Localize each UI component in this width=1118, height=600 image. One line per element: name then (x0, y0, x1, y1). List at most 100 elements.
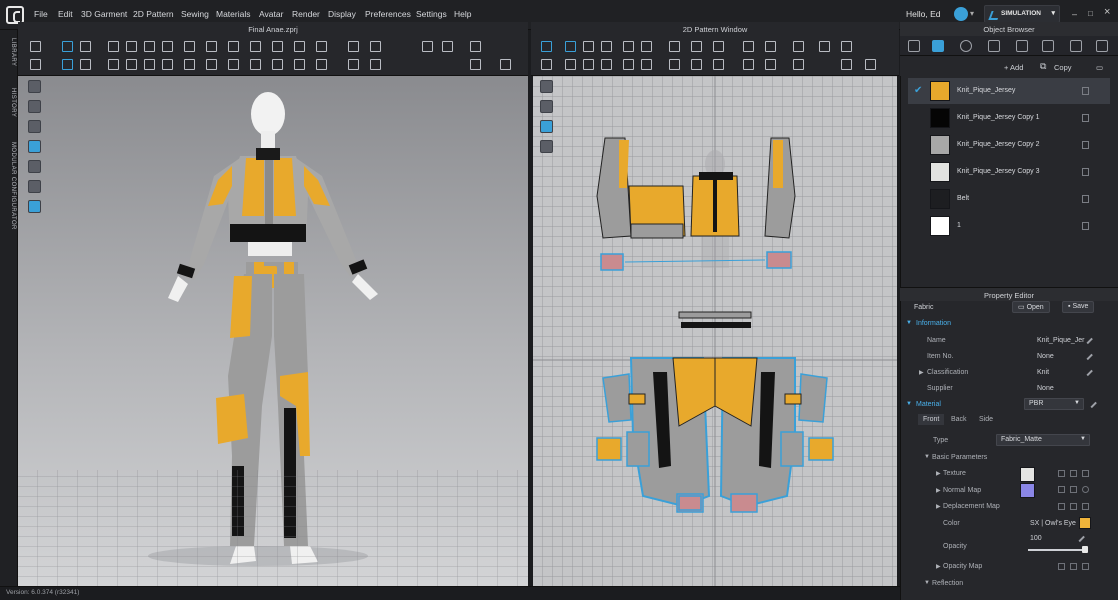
material-type-select[interactable]: PBR ▼ (1024, 398, 1084, 410)
expand-displacement-map-icon[interactable]: ▶ (936, 503, 941, 510)
needle-icon[interactable] (348, 41, 359, 52)
save-button[interactable]: ▪ Save (1062, 301, 1095, 313)
transform-pattern-icon[interactable] (541, 41, 552, 52)
expand-reflection-icon[interactable]: ▼ (924, 580, 930, 586)
ruler-2d-icon[interactable] (841, 41, 852, 52)
menu-help[interactable]: Help (454, 9, 471, 19)
stitch-display-icon[interactable] (28, 160, 41, 173)
box-select-icon[interactable] (80, 41, 91, 52)
zipper-2d-icon[interactable] (793, 41, 804, 52)
wind-icon[interactable] (348, 59, 359, 70)
button-tool-icon[interactable] (250, 41, 261, 52)
menu-sewing[interactable]: Sewing (181, 9, 209, 19)
circle-icon[interactable] (601, 41, 612, 52)
topstitch-tab-icon[interactable] (1016, 40, 1028, 52)
grading-icon[interactable] (765, 59, 776, 70)
open-button[interactable]: ▭ Open (1012, 301, 1050, 313)
information-section[interactable]: Information (916, 320, 951, 327)
internal-rect-icon[interactable] (641, 41, 652, 52)
menu-preferences[interactable]: Preferences (365, 9, 411, 19)
trim-icon[interactable] (316, 41, 327, 52)
close-button[interactable]: × (1104, 6, 1110, 18)
measure-icon[interactable] (144, 59, 155, 70)
opacity-map-browse-icon[interactable] (1058, 563, 1065, 570)
text-annotation-icon[interactable] (819, 41, 830, 52)
edit-texture-icon[interactable] (765, 41, 776, 52)
expand-normal-map-icon[interactable]: ▶ (936, 487, 941, 494)
list-view-icon[interactable] (908, 40, 920, 52)
segment-sewing-2d-icon[interactable] (691, 41, 702, 52)
cloud-icon[interactable] (954, 7, 968, 21)
fit-map-icon[interactable] (206, 41, 217, 52)
expand-basic-parameters-icon[interactable]: ▼ (924, 454, 930, 460)
move-tool-icon[interactable] (30, 59, 41, 70)
multi-sew-icon[interactable] (144, 41, 155, 52)
menu-render[interactable]: Render (292, 9, 320, 19)
more-icon[interactable]: ▭ (1096, 63, 1103, 72)
menu-2d-pattern[interactable]: 2D Pattern (133, 9, 174, 19)
pattern-pieces[interactable] (533, 76, 897, 586)
displacement-settings-icon[interactable] (1070, 503, 1077, 510)
menu-materials[interactable]: Materials (216, 9, 250, 19)
graphic-2d-icon[interactable] (743, 59, 754, 70)
tab-side[interactable]: Side (979, 416, 993, 423)
trash-icon[interactable] (1082, 114, 1089, 122)
displacement-delete-icon[interactable] (1082, 503, 1089, 510)
avatar-2d-display-icon[interactable] (540, 140, 553, 153)
trash-icon[interactable] (1082, 87, 1089, 95)
add-fabric-button[interactable]: + Add (1004, 63, 1023, 72)
tab-front[interactable]: Front (918, 414, 945, 425)
menu-file[interactable]: File (34, 9, 48, 19)
texture-display-icon[interactable] (28, 140, 41, 153)
strain-map-icon[interactable] (206, 59, 217, 70)
add-point-icon[interactable] (565, 59, 576, 70)
menu-display[interactable]: Display (328, 9, 356, 19)
polygon-icon[interactable] (565, 41, 576, 52)
basic-parameters-label[interactable]: Basic Parameters (932, 454, 987, 461)
opacity-slider-track[interactable] (1028, 549, 1086, 551)
transform-tool-icon[interactable] (62, 41, 73, 52)
topstitch-icon[interactable] (294, 41, 305, 52)
pin-tool-icon[interactable] (62, 59, 73, 70)
mesh-display-icon[interactable] (28, 180, 41, 193)
free-sewing-2d-icon[interactable] (691, 59, 702, 70)
fabric-type-select[interactable]: Fabric_Matte ▼ (996, 434, 1090, 446)
render-display-icon[interactable] (28, 200, 41, 213)
brush-icon[interactable] (370, 41, 381, 52)
slash-spread-icon[interactable] (641, 59, 652, 70)
cloud-dropdown-icon[interactable]: ▾ (970, 9, 974, 18)
texture-delete-icon[interactable] (1082, 470, 1089, 477)
copy-fabric-button[interactable]: Copy (1054, 63, 1072, 72)
avatar-icon[interactable] (184, 59, 195, 70)
piping-2d-icon[interactable] (793, 59, 804, 70)
copy-icon[interactable]: ⧉ (1040, 61, 1046, 72)
texture-2d-display-icon[interactable] (540, 120, 553, 133)
menu-avatar[interactable]: Avatar (259, 9, 283, 19)
pencil-tool-icon[interactable] (470, 41, 481, 52)
trash-icon[interactable] (1082, 222, 1089, 230)
free-sew-icon[interactable] (126, 41, 137, 52)
name-value[interactable]: Knit_Pique_Jer (1037, 337, 1084, 344)
texture-settings-icon[interactable] (1070, 470, 1077, 477)
normal-map-swatch[interactable] (1020, 483, 1035, 498)
displacement-browse-icon[interactable] (1058, 503, 1065, 510)
select-tool-icon[interactable] (30, 41, 41, 52)
fold-icon[interactable] (126, 59, 137, 70)
graphic-icon[interactable] (228, 59, 239, 70)
minimize-button[interactable]: – (1072, 9, 1077, 19)
classification-value[interactable]: Knit (1037, 369, 1049, 376)
fabric-item[interactable]: Knit_Pique_Jersey Copy 3 (908, 159, 1110, 185)
fabric-item[interactable]: Knit_Pique_Jersey Copy 1 (908, 105, 1110, 131)
curve-point-icon[interactable] (583, 59, 594, 70)
fold-arrangement-icon[interactable] (669, 41, 680, 52)
view-display-icon[interactable] (28, 80, 41, 93)
topstitch-2d-icon[interactable] (841, 59, 852, 70)
button-tab-icon[interactable] (960, 40, 972, 52)
simulation-icon[interactable] (184, 41, 195, 52)
zipper-tab-icon[interactable] (1042, 40, 1054, 52)
expand-classification-icon[interactable]: ▶ (919, 369, 924, 376)
edit-curvature-icon[interactable] (601, 59, 612, 70)
trim-box-icon[interactable] (316, 59, 327, 70)
expand-information-icon[interactable]: ▼ (906, 320, 912, 326)
color-value[interactable]: SX | Owl's Eye (1030, 520, 1076, 527)
